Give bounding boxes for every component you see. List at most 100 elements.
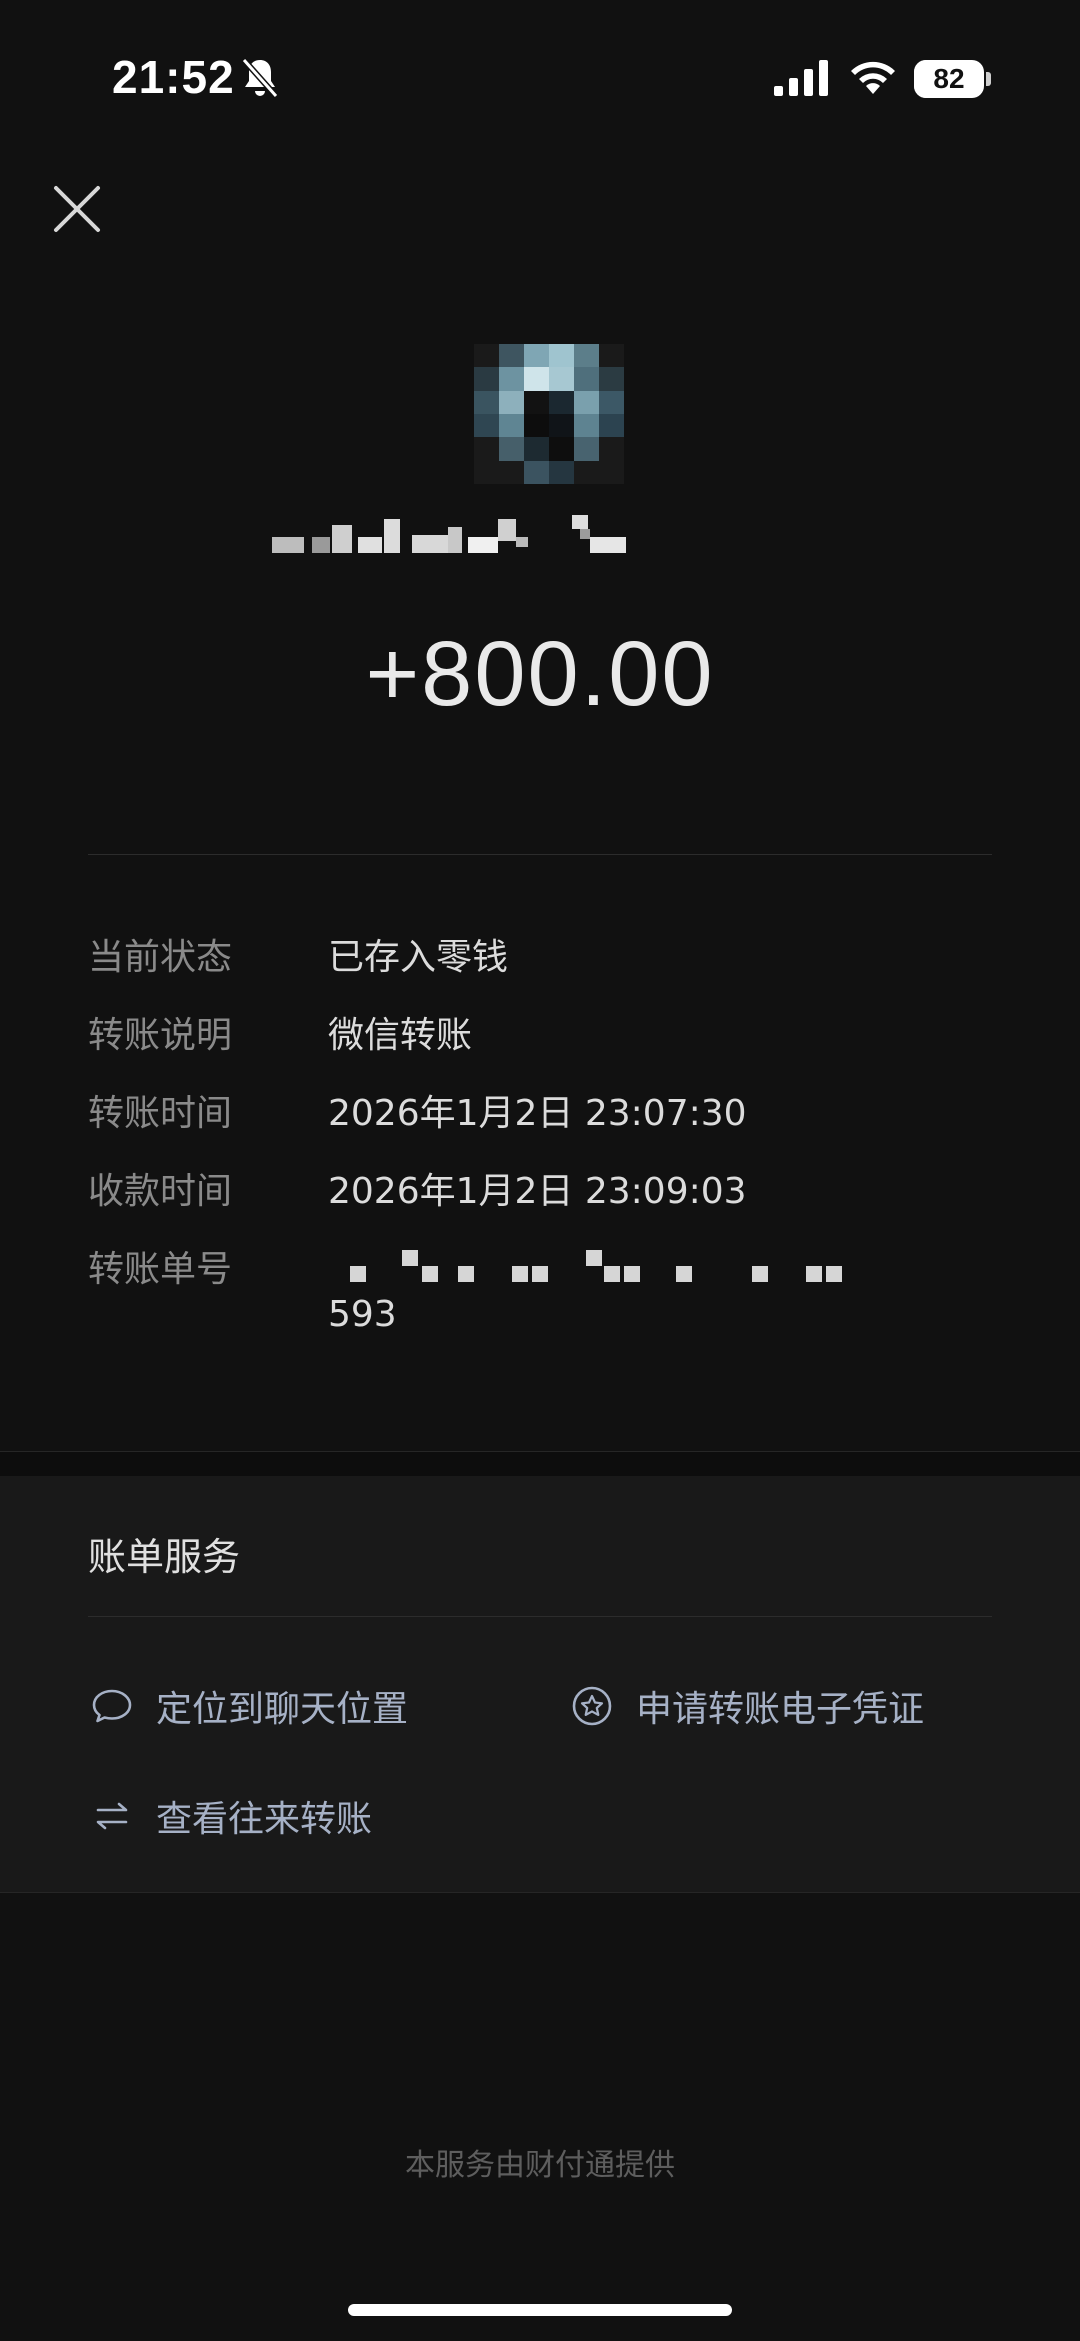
detail-label: 收款时间 bbox=[88, 1171, 233, 1212]
avatar-pixel bbox=[549, 344, 574, 368]
name-mosaic-block bbox=[448, 527, 462, 553]
avatar-pixel bbox=[524, 414, 549, 438]
avatar-pixel bbox=[599, 414, 624, 438]
divider bbox=[0, 1892, 1080, 1893]
avatar-pixel bbox=[574, 344, 599, 368]
detail-label: 转账时间 bbox=[88, 1093, 233, 1134]
detail-label: 转账说明 bbox=[88, 1015, 233, 1056]
battery-nub bbox=[986, 72, 991, 86]
bill-services-panel: 账单服务 定位到聊天位置 申请转账电子凭证 查看往来转账 bbox=[0, 1476, 1080, 1892]
avatar-pixel bbox=[474, 437, 499, 461]
apply-e-voucher-link[interactable]: 申请转账电子凭证 bbox=[570, 1680, 924, 1732]
detail-row-note: 转账说明 微信转账 bbox=[88, 1006, 992, 1062]
avatar-pixel bbox=[549, 437, 574, 461]
detail-value: 微信转账 bbox=[328, 1015, 473, 1056]
avatar-pixel bbox=[574, 414, 599, 438]
avatar bbox=[474, 344, 624, 484]
view-transfer-history-link[interactable]: 查看往来转账 bbox=[90, 1790, 372, 1842]
services-title: 账单服务 bbox=[88, 1535, 241, 1579]
battery-percentage: 82 bbox=[933, 63, 965, 94]
cellular-signal-icon bbox=[774, 60, 828, 96]
transaction-id-mosaic-block bbox=[826, 1266, 842, 1282]
transaction-id-mosaic-block bbox=[752, 1266, 768, 1282]
avatar-pixel bbox=[599, 367, 624, 391]
transaction-id-mosaic-block bbox=[512, 1266, 528, 1282]
service-label: 查看往来转账 bbox=[156, 1799, 373, 1840]
detail-row-receive-time: 收款时间 2026年1月2日 23:09:03 bbox=[88, 1162, 992, 1218]
transaction-id-mosaic-block bbox=[422, 1266, 438, 1282]
avatar-pixel bbox=[474, 390, 499, 414]
detail-label: 当前状态 bbox=[88, 937, 233, 978]
avatar-pixel bbox=[549, 414, 574, 438]
avatar-pixel bbox=[524, 437, 549, 461]
transaction-id-tail: 593 bbox=[328, 1294, 397, 1335]
avatar-pixel bbox=[499, 344, 524, 368]
avatar-pixel bbox=[574, 367, 599, 391]
avatar-pixel bbox=[599, 460, 624, 484]
transaction-id-mosaic-block bbox=[350, 1266, 366, 1282]
transfer-amount: +800.00 bbox=[365, 623, 715, 725]
avatar-pixel bbox=[549, 390, 574, 414]
avatar-pixel bbox=[599, 390, 624, 414]
service-label: 定位到聊天位置 bbox=[156, 1689, 409, 1730]
name-mosaic-block bbox=[580, 529, 590, 539]
avatar-pixel bbox=[499, 460, 524, 484]
transaction-id-mosaic-block bbox=[806, 1266, 822, 1282]
status-time: 21:52 bbox=[112, 51, 235, 103]
name-mosaic-block bbox=[412, 535, 448, 553]
star-badge-icon bbox=[572, 1686, 612, 1726]
avatar-pixel bbox=[524, 367, 549, 391]
avatar-pixel bbox=[574, 460, 599, 484]
detail-value: 2026年1月2日 23:09:03 bbox=[328, 1171, 747, 1212]
transaction-id-mosaic-block bbox=[676, 1266, 692, 1282]
service-label: 申请转账电子凭证 bbox=[636, 1689, 925, 1730]
name-mosaic-block bbox=[272, 537, 304, 553]
avatar-pixel bbox=[474, 344, 499, 368]
bell-off-icon bbox=[241, 58, 279, 98]
wifi-icon bbox=[851, 61, 895, 94]
name-mosaic-block bbox=[572, 515, 588, 529]
detail-value: 已存入零钱 bbox=[328, 937, 509, 978]
sender-name-redacted bbox=[272, 515, 752, 571]
chat-bubble-icon bbox=[92, 1689, 132, 1723]
avatar-pixel bbox=[499, 367, 524, 391]
battery-icon: 82 bbox=[914, 60, 984, 98]
avatar-pixel bbox=[474, 414, 499, 438]
provider-footer: 本服务由财付通提供 bbox=[405, 2148, 675, 2183]
exchange-arrows-icon bbox=[96, 1802, 128, 1830]
avatar-pixel bbox=[599, 344, 624, 368]
divider bbox=[88, 1616, 992, 1617]
avatar-pixel bbox=[499, 414, 524, 438]
avatar-pixel bbox=[524, 344, 549, 368]
transaction-id-mosaic-block bbox=[624, 1266, 640, 1282]
avatar-pixel bbox=[499, 437, 524, 461]
avatar-pixel bbox=[499, 390, 524, 414]
locate-chat-position-link[interactable]: 定位到聊天位置 bbox=[90, 1680, 408, 1732]
avatar-pixel bbox=[574, 437, 599, 461]
transaction-id-mosaic-block bbox=[402, 1250, 418, 1266]
transaction-id-redacted bbox=[328, 1246, 868, 1286]
avatar-pixel bbox=[524, 460, 549, 484]
transaction-id-mosaic-block bbox=[532, 1266, 548, 1282]
name-mosaic-block bbox=[312, 537, 330, 553]
transaction-id-mosaic-block bbox=[458, 1266, 474, 1282]
avatar-pixel bbox=[599, 437, 624, 461]
close-icon[interactable] bbox=[48, 180, 106, 238]
transaction-id-mosaic-block bbox=[604, 1266, 620, 1282]
name-mosaic-block bbox=[332, 525, 352, 553]
divider bbox=[88, 854, 992, 855]
detail-row-transfer-time: 转账时间 2026年1月2日 23:07:30 bbox=[88, 1084, 992, 1140]
home-indicator[interactable] bbox=[348, 2304, 732, 2316]
section-separator bbox=[0, 1451, 1080, 1477]
name-mosaic-block bbox=[590, 537, 626, 553]
avatar-pixel bbox=[574, 390, 599, 414]
avatar-pixel bbox=[549, 460, 574, 484]
avatar-pixel bbox=[524, 390, 549, 414]
detail-label: 转账单号 bbox=[88, 1249, 233, 1290]
name-mosaic-block bbox=[358, 537, 382, 553]
avatar-pixel bbox=[549, 367, 574, 391]
detail-row-status: 当前状态 已存入零钱 bbox=[88, 928, 992, 984]
name-mosaic-block bbox=[468, 537, 498, 553]
avatar-pixel bbox=[474, 460, 499, 484]
name-mosaic-block bbox=[384, 519, 400, 553]
